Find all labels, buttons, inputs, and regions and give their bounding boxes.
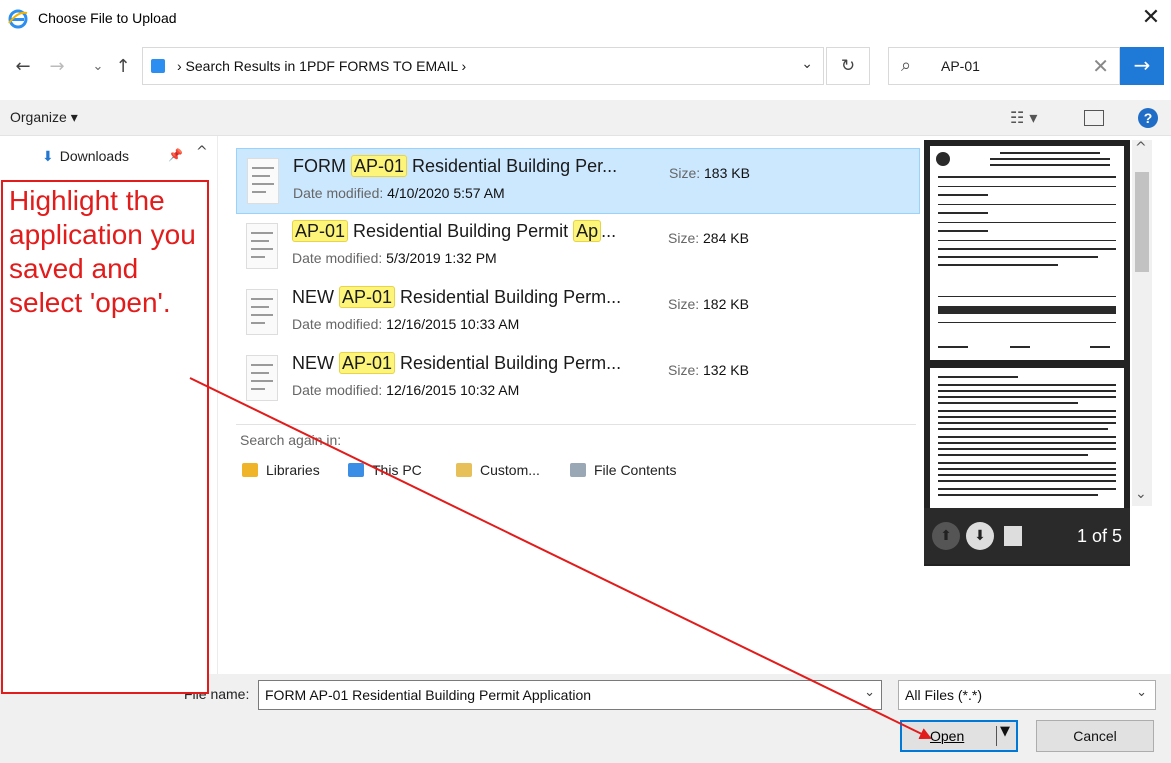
open-button[interactable]: Open ▼ bbox=[900, 720, 1018, 752]
pdf-preview bbox=[924, 140, 1130, 566]
address-bar[interactable]: › Search Results in 1PDF FORMS TO EMAIL … bbox=[142, 47, 824, 85]
organize-menu-button[interactable]: Organize ▾ bbox=[10, 109, 78, 126]
chevron-down-icon[interactable]: ⌄ bbox=[864, 685, 875, 700]
file-list: FORM AP-01 Residential Building Per... D… bbox=[218, 136, 922, 674]
pdf-document-icon bbox=[246, 289, 278, 335]
preview-pane-icon[interactable] bbox=[1084, 110, 1104, 126]
search-icon: ⌕ bbox=[901, 55, 912, 76]
libraries-icon bbox=[242, 463, 258, 477]
file-name: NEW AP-01 Residential Building Perm... bbox=[292, 352, 622, 374]
search-go-button[interactable]: → bbox=[1120, 47, 1164, 85]
page-icon[interactable] bbox=[1004, 526, 1022, 546]
preview-pane: ⬆ ⬇ 1 of 5 ^ ⌄ bbox=[922, 136, 1171, 674]
chevron-down-icon[interactable]: ⌄ bbox=[1136, 685, 1147, 700]
clear-search-icon[interactable]: ✕ bbox=[1092, 54, 1109, 78]
file-name: NEW AP-01 Residential Building Perm... bbox=[292, 286, 622, 308]
file-name: AP-01 Residential Building Permit Ap... bbox=[292, 220, 616, 242]
search-box[interactable]: ⌕ AP-01 ✕ bbox=[888, 47, 1120, 85]
instruction-text: Highlight the application you saved and … bbox=[9, 185, 196, 318]
file-size: Size: 182 KB bbox=[668, 296, 749, 312]
scroll-down-icon[interactable]: ⌄ bbox=[1135, 486, 1147, 502]
refresh-icon[interactable]: ↻ bbox=[826, 47, 870, 85]
command-toolbar: Organize ▾ ☷ ▾ ? bbox=[0, 100, 1171, 136]
address-dropdown-icon[interactable]: ⌄ bbox=[801, 56, 813, 72]
cancel-button[interactable]: Cancel bbox=[1036, 720, 1154, 752]
file-size: Size: 132 KB bbox=[668, 362, 749, 378]
document-search-icon bbox=[570, 463, 586, 477]
file-size: Size: 183 KB bbox=[669, 165, 750, 181]
open-options-icon[interactable]: ▼ bbox=[1000, 724, 1010, 739]
file-date: Date modified: 5/3/2019 1:32 PM bbox=[292, 250, 497, 266]
search-again-locations: Libraries This PC Custom... File Content… bbox=[242, 462, 902, 486]
preview-scrollbar[interactable]: ^ ⌄ bbox=[1132, 140, 1152, 506]
internet-explorer-icon bbox=[8, 9, 28, 29]
file-row[interactable]: NEW AP-01 Residential Building Perm... D… bbox=[236, 280, 920, 346]
pdf-document-icon bbox=[246, 223, 278, 269]
file-date: Date modified: 12/16/2015 10:33 AM bbox=[292, 316, 520, 332]
file-date: Date modified: 4/10/2020 5:57 AM bbox=[293, 185, 505, 201]
search-input[interactable]: AP-01 bbox=[941, 58, 980, 74]
download-arrow-icon: ⬇ bbox=[42, 149, 54, 165]
title-bar: Choose File to Upload ✕ bbox=[0, 0, 1171, 38]
search-in-custom-link[interactable]: Custom... bbox=[456, 462, 540, 478]
file-row[interactable]: AP-01 Residential Building Permit Ap... … bbox=[236, 214, 920, 280]
file-name-value[interactable]: FORM AP-01 Residential Building Permit A… bbox=[265, 687, 591, 703]
search-in-libraries-link[interactable]: Libraries bbox=[242, 462, 320, 478]
file-name-field[interactable]: FORM AP-01 Residential Building Permit A… bbox=[258, 680, 882, 710]
up-arrow-icon[interactable]: ↑ bbox=[112, 54, 134, 80]
preview-page bbox=[930, 146, 1124, 360]
next-page-icon[interactable]: ⬇ bbox=[966, 522, 994, 550]
instruction-callout: Highlight the application you saved and … bbox=[1, 180, 209, 694]
file-date: Date modified: 12/16/2015 10:32 AM bbox=[292, 382, 520, 398]
file-row[interactable]: NEW AP-01 Residential Building Perm... D… bbox=[236, 346, 920, 412]
split-divider bbox=[996, 726, 997, 746]
change-view-icon[interactable]: ☷ ▾ bbox=[1010, 108, 1037, 127]
search-file-contents-link[interactable]: File Contents bbox=[570, 462, 676, 478]
file-type-value: All Files (*.*) bbox=[905, 687, 983, 703]
close-icon[interactable]: ✕ bbox=[1137, 5, 1165, 33]
scrollbar-thumb[interactable] bbox=[1135, 172, 1149, 272]
divider bbox=[236, 424, 916, 425]
preview-page bbox=[930, 368, 1124, 508]
open-button-label: Open bbox=[930, 728, 965, 744]
sidebar-item-downloads[interactable]: ⬇ Downloads bbox=[42, 148, 129, 165]
previous-page-icon[interactable]: ⬆ bbox=[932, 522, 960, 550]
scroll-up-icon[interactable]: ^ bbox=[1135, 140, 1147, 156]
search-in-this-pc-link[interactable]: This PC bbox=[348, 462, 422, 478]
preview-page-controls: ⬆ ⬇ 1 of 5 bbox=[924, 508, 1130, 564]
pin-icon[interactable]: 📌 bbox=[168, 148, 183, 162]
back-arrow-icon[interactable]: ← bbox=[12, 54, 34, 80]
file-size: Size: 284 KB bbox=[668, 230, 749, 246]
file-type-select[interactable]: All Files (*.*) ⌄ bbox=[898, 680, 1156, 710]
pdf-document-icon bbox=[247, 158, 279, 204]
navigation-bar: ← → ⌄ ↑ › Search Results in 1PDF FORMS T… bbox=[0, 44, 1171, 90]
help-icon[interactable]: ? bbox=[1138, 108, 1158, 128]
forward-arrow-icon[interactable]: → bbox=[46, 54, 68, 80]
computer-icon bbox=[348, 463, 364, 477]
sidebar-item-label: Downloads bbox=[59, 148, 129, 164]
page-count: 1 of 5 bbox=[1076, 526, 1122, 546]
file-name: FORM AP-01 Residential Building Per... bbox=[293, 155, 618, 177]
search-again-label: Search again in: bbox=[240, 432, 342, 448]
scroll-up-icon[interactable]: ^ bbox=[196, 144, 208, 160]
breadcrumb[interactable]: › Search Results in 1PDF FORMS TO EMAIL … bbox=[177, 58, 466, 74]
search-results-icon bbox=[151, 59, 165, 73]
file-row[interactable]: FORM AP-01 Residential Building Per... D… bbox=[236, 148, 920, 214]
pdf-document-icon bbox=[246, 355, 278, 401]
recent-locations-chevron-icon[interactable]: ⌄ bbox=[90, 54, 106, 80]
folder-icon bbox=[456, 463, 472, 477]
window-title: Choose File to Upload bbox=[38, 10, 177, 26]
